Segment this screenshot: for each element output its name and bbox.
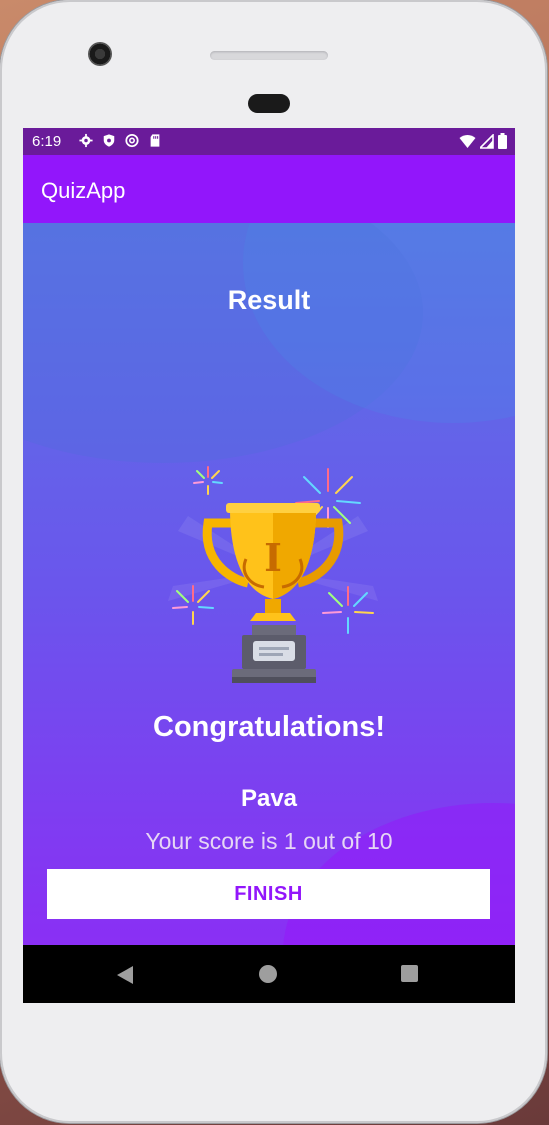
android-nav-bar bbox=[23, 945, 515, 1003]
front-camera bbox=[88, 42, 112, 66]
earpiece-speaker bbox=[210, 51, 328, 60]
page-title: Result bbox=[227, 285, 311, 315]
battery-icon bbox=[498, 133, 507, 149]
sd-card-icon bbox=[150, 134, 160, 147]
status-bar: 6:19 bbox=[23, 128, 515, 155]
wifi-icon bbox=[459, 134, 476, 148]
score-text: Your score is 1 out of 10 bbox=[145, 828, 393, 854]
proximity-sensor bbox=[248, 94, 290, 113]
signal-icon bbox=[480, 133, 494, 149]
congrats-heading: Congratulations! bbox=[153, 711, 385, 743]
app-bar: QuizApp bbox=[23, 155, 515, 223]
app-title: QuizApp bbox=[41, 178, 126, 203]
at-sign-icon bbox=[125, 133, 139, 148]
user-name: Pava bbox=[240, 785, 298, 812]
trophy-icon: I bbox=[168, 466, 378, 683]
home-icon[interactable] bbox=[259, 965, 277, 983]
phone-screen: 6:19 QuizApp Result I Congratulations! P… bbox=[23, 128, 515, 1003]
finish-button[interactable]: FINISH bbox=[47, 869, 490, 919]
result-content: Result I Congratulations! Pava Your scor… bbox=[23, 223, 515, 945]
recents-icon[interactable] bbox=[401, 965, 418, 982]
shield-icon bbox=[103, 134, 115, 147]
back-icon[interactable] bbox=[116, 965, 134, 985]
settings-icon bbox=[79, 133, 93, 148]
status-time: 6:19 bbox=[32, 133, 62, 150]
phone-frame: 6:19 QuizApp Result I Congratulations! P… bbox=[0, 0, 547, 1123]
svg-text:I: I bbox=[264, 535, 282, 580]
